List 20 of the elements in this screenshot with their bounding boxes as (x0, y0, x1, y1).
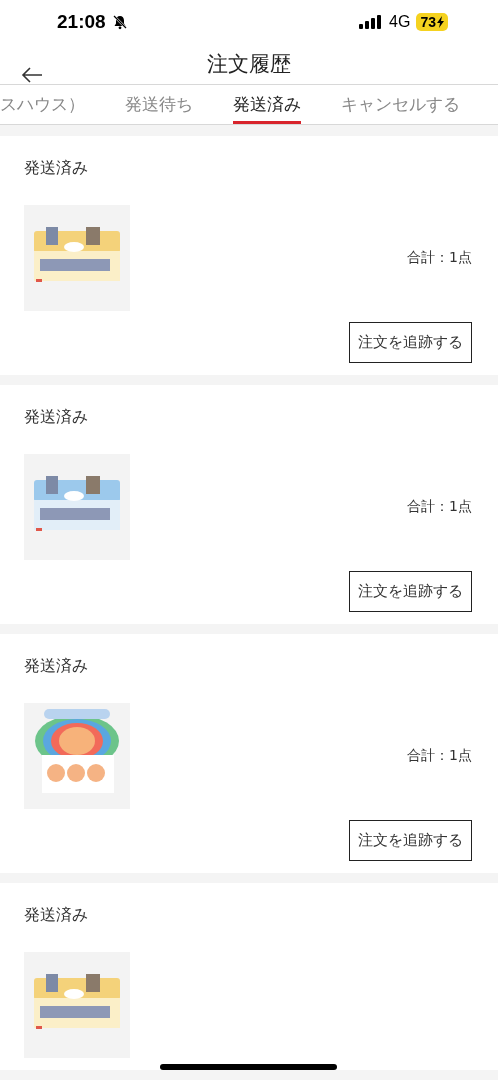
clock-time: 21:08 (57, 11, 106, 34)
track-order-button[interactable]: 注文を追跡する (349, 571, 472, 612)
track-order-button[interactable]: 注文を追跡する (349, 322, 472, 363)
page-title: 注文履歴 (207, 51, 291, 79)
order-total: 合計：1点 (407, 249, 472, 267)
tab[interactable]: 発送待ち (125, 85, 193, 124)
track-order-button[interactable]: 注文を追跡する (349, 820, 472, 861)
tab[interactable]: スハウス） (0, 85, 85, 124)
network-type: 4G (389, 13, 411, 32)
battery-indicator: 73 (416, 13, 448, 32)
order-status: 発送済み (24, 656, 89, 677)
order-status: 発送済み (24, 158, 89, 179)
tab[interactable]: 発送済み (233, 85, 301, 124)
order-status: 発送済み (24, 905, 89, 926)
order-total: 合計：1点 (407, 747, 472, 765)
order-status: 発送済み (24, 407, 89, 428)
bell-slash-icon (111, 14, 128, 31)
order-total: 合計：1点 (407, 498, 472, 516)
tab[interactable]: キャンセルする (341, 85, 460, 124)
signal-icon (359, 15, 384, 30)
